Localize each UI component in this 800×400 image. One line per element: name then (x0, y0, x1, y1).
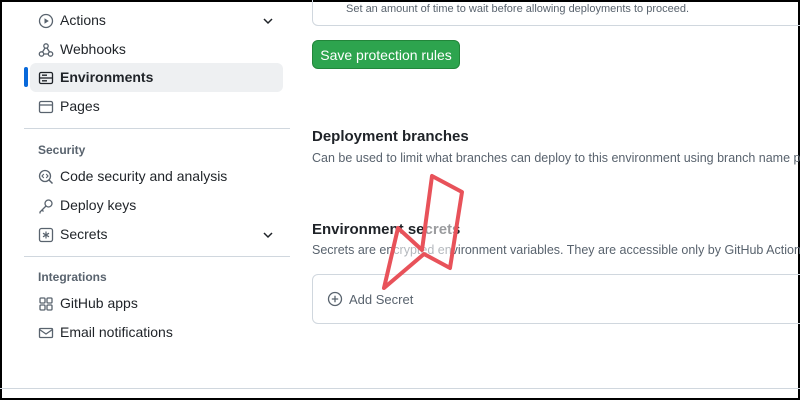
environment-settings-main: Set an amount of time to wait before all… (312, 0, 800, 390)
environment-secrets-title: Environment secrets (312, 221, 461, 238)
sidebar-item-environments[interactable]: Environments (30, 63, 283, 92)
chevron-down-icon[interactable] (261, 228, 275, 242)
add-secret-label: Add Secret (349, 291, 414, 307)
apps-icon (39, 297, 53, 311)
asterisk-icon (38, 227, 54, 243)
section-divider (24, 256, 290, 257)
sidebar-item-code-security[interactable]: Code security and analysis (24, 162, 283, 191)
sidebar-item-label: Webhooks (60, 41, 126, 57)
sidebar-item-actions[interactable]: Actions (24, 6, 283, 35)
browser-icon (38, 100, 54, 114)
sidebar-item-label: Actions (60, 12, 106, 28)
sidebar-item-label: Environments (60, 69, 154, 85)
sidebar-item-label: GitHub apps (60, 295, 138, 311)
chevron-down-icon[interactable] (261, 14, 275, 28)
sidebar-item-label: Deploy keys (60, 197, 137, 213)
mail-icon (38, 327, 54, 339)
sidebar-item-label: Pages (60, 98, 100, 114)
sidebar-item-webhooks[interactable]: Webhooks (24, 35, 283, 64)
sidebar-item-github-apps[interactable]: GitHub apps (24, 289, 283, 318)
wait-timer-box: Set an amount of time to wait before all… (312, 0, 800, 26)
environment-secrets-box: Add Secret (312, 274, 800, 324)
webhook-icon (38, 43, 54, 57)
add-secret-button[interactable]: Add Secret (327, 291, 413, 307)
deployment-branches-title: Deployment branches (312, 128, 469, 145)
section-divider (24, 128, 290, 129)
deployment-branches-description: Can be used to limit what branches can d… (312, 151, 800, 165)
section-title-integrations: Integrations (38, 270, 107, 284)
active-indicator (24, 67, 28, 87)
sidebar-item-secrets[interactable]: Secrets (24, 220, 283, 249)
play-icon (38, 13, 54, 29)
key-icon (39, 199, 53, 214)
sidebar-item-email-notifications[interactable]: Email notifications (24, 318, 283, 347)
save-protection-rules-button[interactable]: Save protection rules (312, 40, 460, 69)
environment-secrets-description: Secrets are encrypted environment variab… (312, 243, 800, 257)
wait-timer-description: Set an amount of time to wait before all… (346, 3, 690, 15)
sidebar-item-label: Email notifications (60, 324, 173, 340)
sidebar-item-deploy-keys[interactable]: Deploy keys (24, 191, 283, 220)
sidebar-item-pages[interactable]: Pages (24, 92, 283, 121)
settings-sidebar: Actions Webhooks Environments Pages Secu… (24, 0, 290, 390)
server-icon (38, 71, 54, 85)
plus-circle-icon (327, 291, 343, 307)
codescan-icon (38, 169, 54, 185)
bottom-divider (0, 388, 800, 389)
sidebar-item-label: Code security and analysis (60, 168, 228, 184)
sidebar-item-label: Secrets (60, 226, 108, 242)
section-title-security: Security (38, 143, 86, 157)
